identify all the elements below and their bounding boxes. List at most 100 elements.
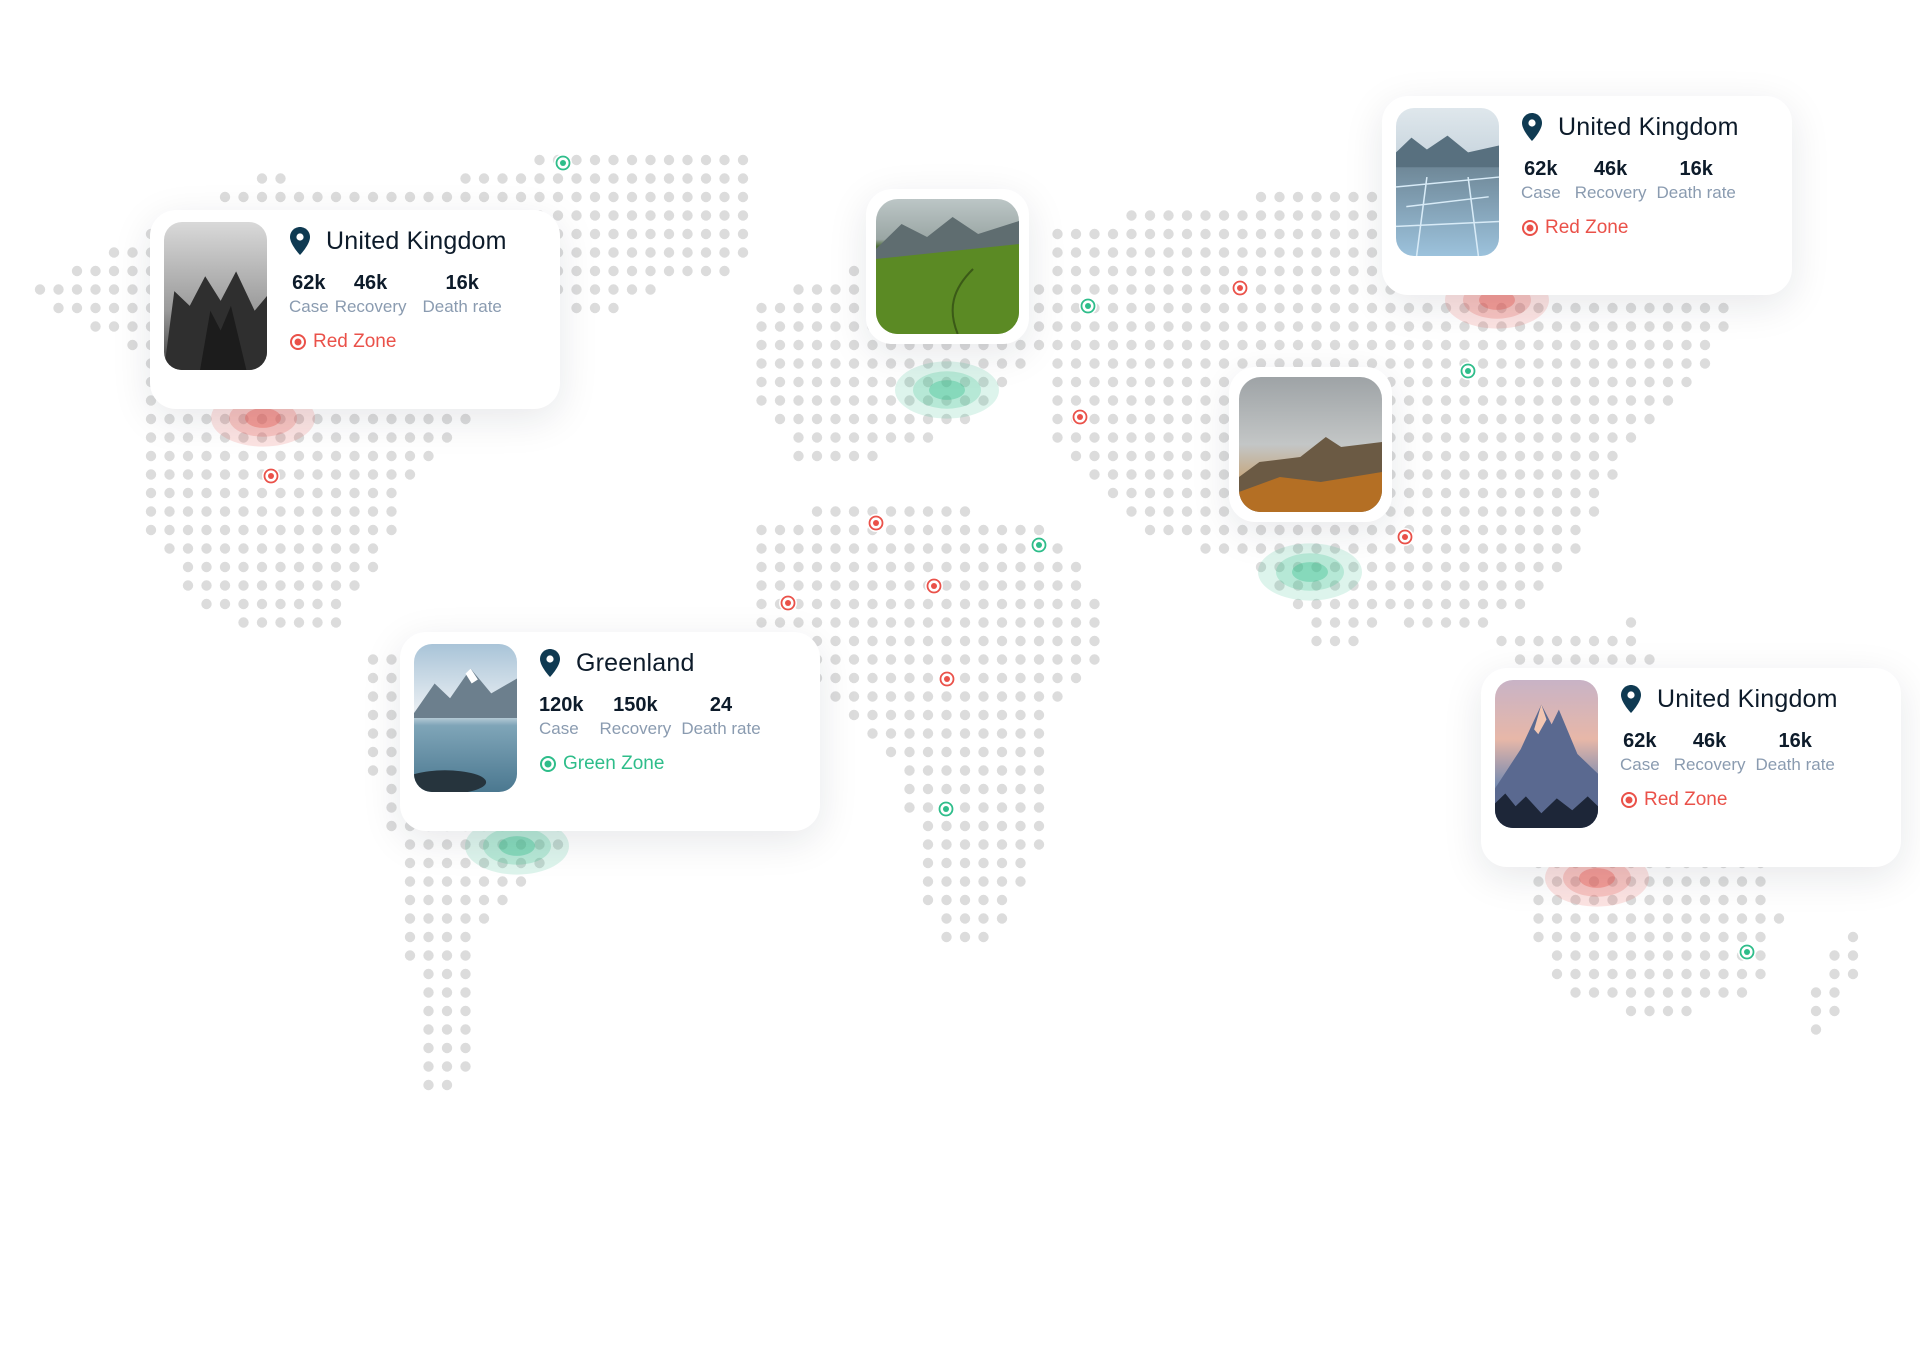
map-dot [1440,450,1452,462]
map-dot [460,857,471,869]
map-dot [1181,210,1193,221]
map-dot [571,191,582,203]
red-zone-marker[interactable] [1071,408,1089,426]
map-dot [1403,469,1415,480]
map-dot [1237,524,1248,536]
map-dot [1662,302,1674,314]
map-dot [275,617,286,628]
green-zone-marker[interactable] [937,800,955,818]
glacier-lake-photo [414,644,517,792]
map-dot [756,617,767,628]
zone-ring-icon [1522,220,1538,236]
map-dot [682,228,693,240]
red-zone-marker[interactable] [925,577,943,595]
map-dot [90,321,101,332]
map-dot [1329,265,1341,277]
location-card[interactable]: United Kingdom 62k Case 46k Recovery 16k De… [150,210,560,409]
map-dot [959,894,971,906]
map-dot [1403,432,1415,443]
location-card[interactable]: United Kingdom 62k Case 46k Recovery 16k De… [1382,96,1792,295]
map-dot [1810,987,1822,998]
red-zone-marker[interactable] [1231,279,1249,297]
map-dot [1107,321,1119,332]
green-zone-marker[interactable] [1030,536,1048,554]
map-dot [1755,931,1766,943]
map-dot [201,580,212,591]
green-zone-marker[interactable] [1738,943,1756,961]
map-dot [1514,487,1526,499]
map-dot [423,1061,434,1072]
map-dot [164,413,175,425]
location-photo-card[interactable] [1229,367,1392,522]
map-dot [1144,432,1156,443]
map-dot [1755,950,1766,961]
map-dot [1366,321,1378,332]
map-dot [386,413,397,425]
map-dot [441,1005,453,1017]
map-dot [1052,376,1063,388]
map-dot [1144,413,1156,425]
green-zone-marker[interactable] [554,154,572,172]
map-dot [1662,1005,1674,1017]
map-dot [1514,506,1526,517]
location-card[interactable]: United Kingdom 62k Case 46k Recovery 16k De… [1481,668,1901,867]
card-title: Greenland [576,648,695,677]
map-dot [1829,987,1840,998]
map-dot [941,617,952,628]
red-zone-marker[interactable] [938,670,956,688]
map-dot [423,1079,434,1091]
map-dot [1311,339,1322,351]
map-dot [756,543,767,554]
red-zone-marker[interactable] [262,467,280,485]
map-dot [1015,746,1026,758]
map-dot [1163,284,1174,295]
map-dot [904,543,915,554]
map-dot [1348,191,1359,203]
map-dot [1477,339,1489,351]
map-dot [1496,506,1507,517]
map-dot [164,524,175,536]
red-zone-marker[interactable] [779,594,797,612]
map-dot [1551,395,1563,406]
green-zone-marker[interactable] [1459,362,1477,380]
map-dot [1052,265,1063,277]
map-dot [1255,302,1267,314]
map-dot [478,894,490,906]
map-dot [238,561,249,573]
map-dot [497,173,508,184]
map-dot [682,191,693,203]
map-dot [1422,487,1433,499]
map-dot [608,228,619,240]
location-card[interactable]: Greenland 120k Case 150k Recovery 24 Death … [400,632,820,831]
map-dot [978,913,989,924]
map-dot [848,561,860,573]
map-dot [1366,561,1378,573]
map-dot [1348,302,1359,314]
map-dot [1218,487,1230,499]
map-dot [1218,358,1230,369]
map-dot [1163,265,1174,277]
red-zone-marker[interactable] [1396,528,1414,546]
map-dot [256,524,268,536]
map-dot [145,524,157,536]
map-dot [1588,395,1600,406]
map-dot [1218,469,1230,480]
map-dot [1385,543,1396,554]
red-zone-marker[interactable] [867,514,885,532]
map-dot [1329,617,1341,628]
map-dot [1496,376,1507,388]
map-dot [219,580,231,591]
map-dot [830,672,841,684]
map-dot [904,561,915,573]
location-photo-card[interactable] [866,189,1029,344]
map-dot [941,709,952,721]
map-dot [349,469,360,480]
map-dot [1551,524,1563,536]
map-dot [1607,931,1618,943]
map-dot [108,247,120,258]
green-zone-marker[interactable] [1079,297,1097,315]
map-dot [1588,339,1600,351]
map-dot [1477,395,1489,406]
map-dot [1607,395,1618,406]
map-dot [811,321,823,332]
